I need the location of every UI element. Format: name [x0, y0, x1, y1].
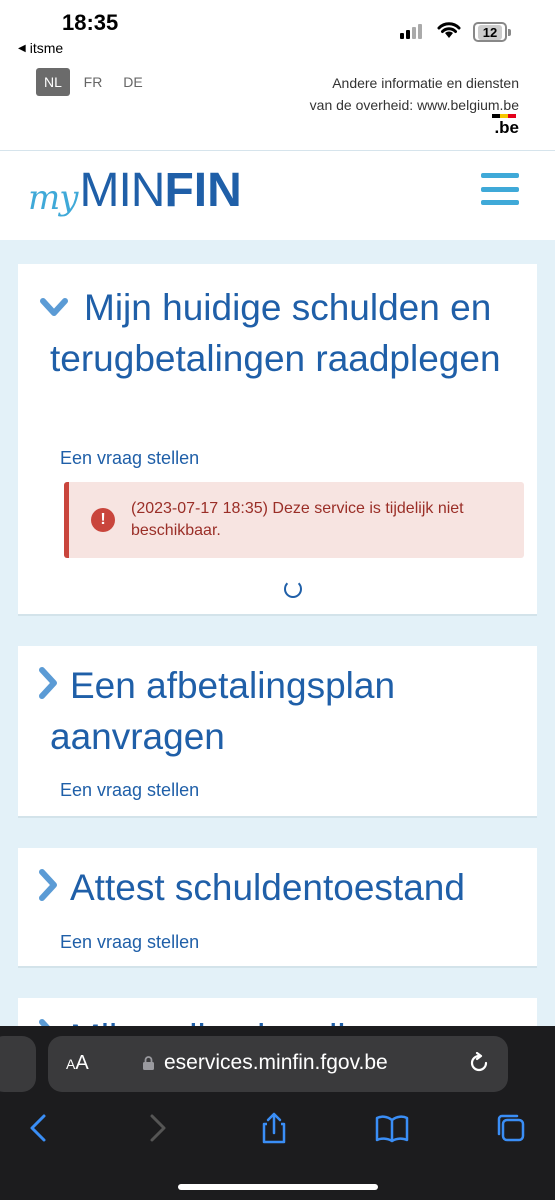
- status-bar: 18:35 ◀ itsme 12: [0, 0, 555, 66]
- ask-question-link[interactable]: Een vraag stellen: [60, 780, 199, 801]
- belgium-link[interactable]: Andere informatie en diensten van de ove…: [310, 72, 519, 116]
- logo-min: MIN: [79, 164, 165, 217]
- text-size-button[interactable]: AA: [66, 1052, 89, 1075]
- bookmarks-icon[interactable]: [374, 1112, 410, 1144]
- card-payment-plan: Een afbetalingsplan aanvragen Een vraag …: [18, 646, 537, 818]
- exclamation-icon: !: [91, 508, 115, 532]
- previous-tab-pill[interactable]: [0, 1036, 36, 1092]
- forward-icon[interactable]: [138, 1112, 174, 1144]
- cellular-signal-icon: [400, 24, 422, 39]
- logo-fin: FIN: [164, 164, 242, 217]
- back-app-label: itsme: [29, 40, 64, 56]
- clock: 18:35: [62, 10, 119, 35]
- lang-de[interactable]: DE: [116, 68, 150, 96]
- card-title[interactable]: Attest schuldentoestand: [70, 862, 465, 913]
- belgium-line-1: Andere informatie en diensten: [332, 75, 519, 91]
- belgium-line-2: van de overheid: www.belgium.be: [309, 97, 519, 113]
- chevron-right-icon[interactable]: [38, 868, 58, 902]
- card-debt-certificate: Attest schuldentoestand Een vraag stelle…: [18, 848, 537, 968]
- address-field[interactable]: AA eservices.minfin.fgov.be: [48, 1036, 508, 1092]
- language-bar: NL FR DE Andere informatie en diensten v…: [0, 66, 555, 150]
- home-indicator[interactable]: [178, 1184, 378, 1190]
- wifi-icon: [437, 22, 461, 38]
- battery-level: 12: [477, 24, 503, 40]
- ask-question-link[interactable]: Een vraag stellen: [60, 932, 199, 953]
- lang-fr[interactable]: FR: [76, 68, 110, 96]
- back-triangle-icon: ◀: [18, 42, 26, 54]
- language-switcher: NL FR DE: [36, 68, 150, 96]
- lang-nl[interactable]: NL: [36, 68, 70, 96]
- error-alert: ! (2023-07-17 18:35) Deze service is tij…: [64, 482, 524, 558]
- myminfin-logo[interactable]: my MIN FIN: [28, 163, 242, 218]
- battery-icon: 12: [473, 22, 511, 42]
- site-header: my MIN FIN: [0, 150, 555, 240]
- alert-message: (2023-07-17 18:35) Deze service is tijde…: [131, 500, 464, 539]
- url-text: eservices.minfin.fgov.be: [164, 1051, 388, 1074]
- tabs-icon[interactable]: [494, 1112, 530, 1144]
- hamburger-icon[interactable]: [481, 173, 519, 205]
- back-icon[interactable]: [22, 1112, 58, 1144]
- loading-spinner-icon: [284, 580, 302, 598]
- back-to-app-link[interactable]: ◀ itsme: [18, 40, 63, 56]
- card-title[interactable]: Een afbetalingsplan aanvragen: [50, 660, 490, 762]
- be-logo[interactable]: .be: [492, 114, 519, 138]
- card-title[interactable]: Mijn huidige schulden en terugbetalingen…: [50, 282, 510, 384]
- logo-my: my: [28, 178, 78, 218]
- browser-toolbar: [0, 1098, 555, 1200]
- browser-address-bar: AA eservices.minfin.fgov.be: [0, 1026, 555, 1098]
- card-current-debts: Mijn huidige schulden en terugbetalingen…: [18, 264, 537, 616]
- lock-icon: [143, 1056, 154, 1070]
- ask-question-link[interactable]: Een vraag stellen: [60, 448, 199, 469]
- reload-icon[interactable]: [468, 1052, 490, 1074]
- share-icon[interactable]: [256, 1112, 292, 1144]
